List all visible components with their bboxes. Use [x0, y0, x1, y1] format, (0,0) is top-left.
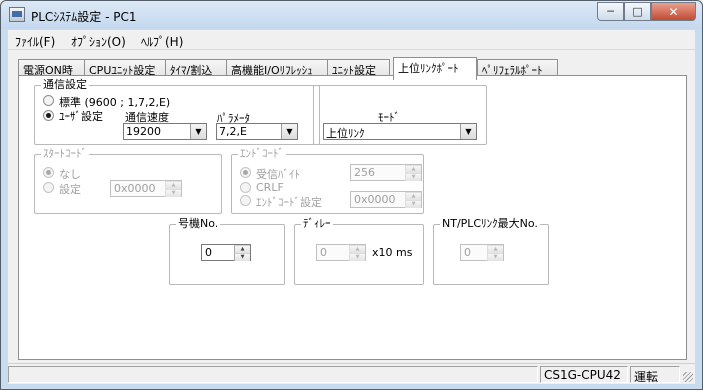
nt-max-value: 0	[464, 246, 471, 259]
end-code-group: ｴﾝﾄﾞｺｰﾄﾞ 受信ﾊﾞｲﾄ 256 ▲ ▼ CRLF ｴﾝﾄﾞｺｰﾄﾞ設定 0…	[231, 148, 424, 214]
menu-options[interactable]: ｵﾌﾟｼｮﾝ(O)	[71, 33, 126, 50]
minimize-button[interactable]: ─	[597, 2, 624, 21]
window-title: PLCｼｽﾃﾑ設定 - PC1	[31, 10, 137, 24]
delay-legend: ﾃﾞｨﾚｰ	[301, 217, 333, 230]
unit-no-group: 号機No. 0 ▲ ▼	[169, 218, 285, 285]
end-code-spinner[interactable]: 0x0000 ▲ ▼	[350, 191, 422, 208]
start-set-label: 設定	[59, 183, 81, 196]
end-recv-radio[interactable]	[240, 167, 251, 178]
nt-max-legend: NT/PLCﾘﾝｸ最大No.	[440, 217, 540, 230]
end-recv-label: 受信ﾊﾞｲﾄ	[256, 168, 300, 181]
delay-group: ﾃﾞｨﾚｰ 0 ▲ ▼ x10 ms	[294, 218, 424, 285]
comm-speed-value: 19200	[126, 125, 161, 138]
comm-speed-select[interactable]: 19200 ▼	[123, 123, 207, 140]
title-bar[interactable]: PLCｼｽﾃﾑ設定 - PC1 ─ □ ✕	[1, 1, 702, 29]
caption-buttons: ─ □ ✕	[597, 2, 696, 21]
end-set-label: ｴﾝﾄﾞｺｰﾄﾞ設定	[256, 196, 322, 209]
start-code-spinner[interactable]: 0x0000 ▲ ▼	[110, 180, 182, 197]
minimize-icon: ─	[607, 5, 614, 18]
mode-select[interactable]: 上位ﾘﾝｸ ▼	[323, 123, 477, 140]
spinner-arrows-icon: ▲ ▼	[487, 245, 503, 261]
nt-max-group: NT/PLCﾘﾝｸ最大No. 0 ▲ ▼	[433, 218, 549, 285]
start-code-group: ｽﾀｰﾄｺｰﾄﾞ なし 設定 0x0000 ▲ ▼	[34, 148, 222, 214]
delay-value: 0	[320, 246, 327, 259]
status-pane-main	[8, 366, 538, 383]
user-setting-radio[interactable]	[43, 110, 54, 121]
app-icon[interactable]	[9, 7, 25, 22]
maximize-icon: □	[632, 5, 643, 18]
status-bar: CS1G-CPU42 運転	[8, 363, 695, 384]
param-select[interactable]: 7,2,E ▼	[216, 123, 298, 140]
status-model: CS1G-CPU42	[540, 366, 628, 383]
menu-bar: ﾌｧｲﾙ(F) ｵﾌﾟｼｮﾝ(O) ﾍﾙﾌﾟ(H)	[8, 30, 695, 50]
end-recv-value: 256	[354, 166, 375, 179]
close-icon: ✕	[668, 4, 679, 19]
end-crlf-label: CRLF	[256, 181, 284, 194]
client-area: 電源ON時 CPUﾕﾆｯﾄ設定 ﾀｲﾏ/割込 高機能I/Oﾘﾌﾚｯｼｭ ﾕﾆｯﾄ…	[8, 50, 695, 363]
tab-host-link-port[interactable]: 上位ﾘﾝｸﾎﾟｰﾄ	[393, 57, 477, 80]
start-code-legend: ｽﾀｰﾄｺｰﾄﾞ	[41, 147, 89, 160]
tab-panel: 通信設定 標準 (9600 ; 1,7,2,E) ﾕｰｻﾞ設定 通信速度 192…	[18, 75, 687, 360]
menu-file[interactable]: ﾌｧｲﾙ(F)	[15, 33, 55, 50]
comm-settings-group: 通信設定 標準 (9600 ; 1,7,2,E) ﾕｰｻﾞ設定 通信速度 192…	[34, 79, 320, 145]
chevron-down-icon: ▼	[190, 124, 206, 139]
delay-spinner[interactable]: 0 ▲ ▼	[316, 244, 366, 261]
status-state: 運転	[630, 366, 680, 384]
end-recv-spinner[interactable]: 256 ▲ ▼	[350, 164, 422, 181]
delay-unit-label: x10 ms	[372, 246, 413, 259]
end-set-radio[interactable]	[240, 195, 251, 206]
spinner-arrows-icon: ▲ ▼	[405, 165, 421, 181]
spinner-arrows-icon: ▲ ▼	[349, 245, 365, 261]
unit-no-legend: 号機No.	[176, 217, 221, 230]
start-set-radio[interactable]	[43, 182, 54, 193]
start-none-radio[interactable]	[43, 167, 54, 178]
maximize-button[interactable]: □	[624, 2, 651, 21]
end-crlf-radio[interactable]	[240, 182, 251, 193]
mode-value: 上位ﾘﾝｸ	[326, 127, 365, 140]
start-code-value: 0x0000	[114, 182, 156, 195]
start-none-label: なし	[59, 168, 81, 181]
nt-max-spinner[interactable]: 0 ▲ ▼	[460, 244, 504, 261]
spinner-arrows-icon: ▲ ▼	[405, 192, 421, 208]
main-window: PLCｼｽﾃﾑ設定 - PC1 ─ □ ✕ ﾌｧｲﾙ(F) ｵﾌﾟｼｮﾝ(O) …	[0, 0, 703, 390]
param-value: 7,2,E	[219, 125, 247, 138]
chevron-down-icon: ▼	[460, 124, 476, 139]
mode-group: ﾓｰﾄﾞ 上位ﾘﾝｸ ▼	[313, 85, 487, 145]
resize-grip-icon[interactable]	[683, 372, 693, 382]
unit-no-value: 0	[205, 246, 212, 259]
standard-radio[interactable]	[43, 95, 54, 106]
end-code-legend: ｴﾝﾄﾞｺｰﾄﾞ	[238, 147, 286, 160]
close-button[interactable]: ✕	[651, 2, 696, 21]
spinner-arrows-icon: ▲ ▼	[234, 245, 250, 261]
end-code-value: 0x0000	[354, 193, 396, 206]
unit-no-spinner[interactable]: 0 ▲ ▼	[201, 244, 251, 261]
user-setting-label: ﾕｰｻﾞ設定	[59, 110, 103, 123]
spinner-arrows-icon: ▲ ▼	[165, 181, 181, 197]
comm-settings-legend: 通信設定	[41, 78, 89, 91]
menu-help[interactable]: ﾍﾙﾌﾟ(H)	[141, 33, 183, 50]
chevron-down-icon: ▼	[281, 124, 297, 139]
